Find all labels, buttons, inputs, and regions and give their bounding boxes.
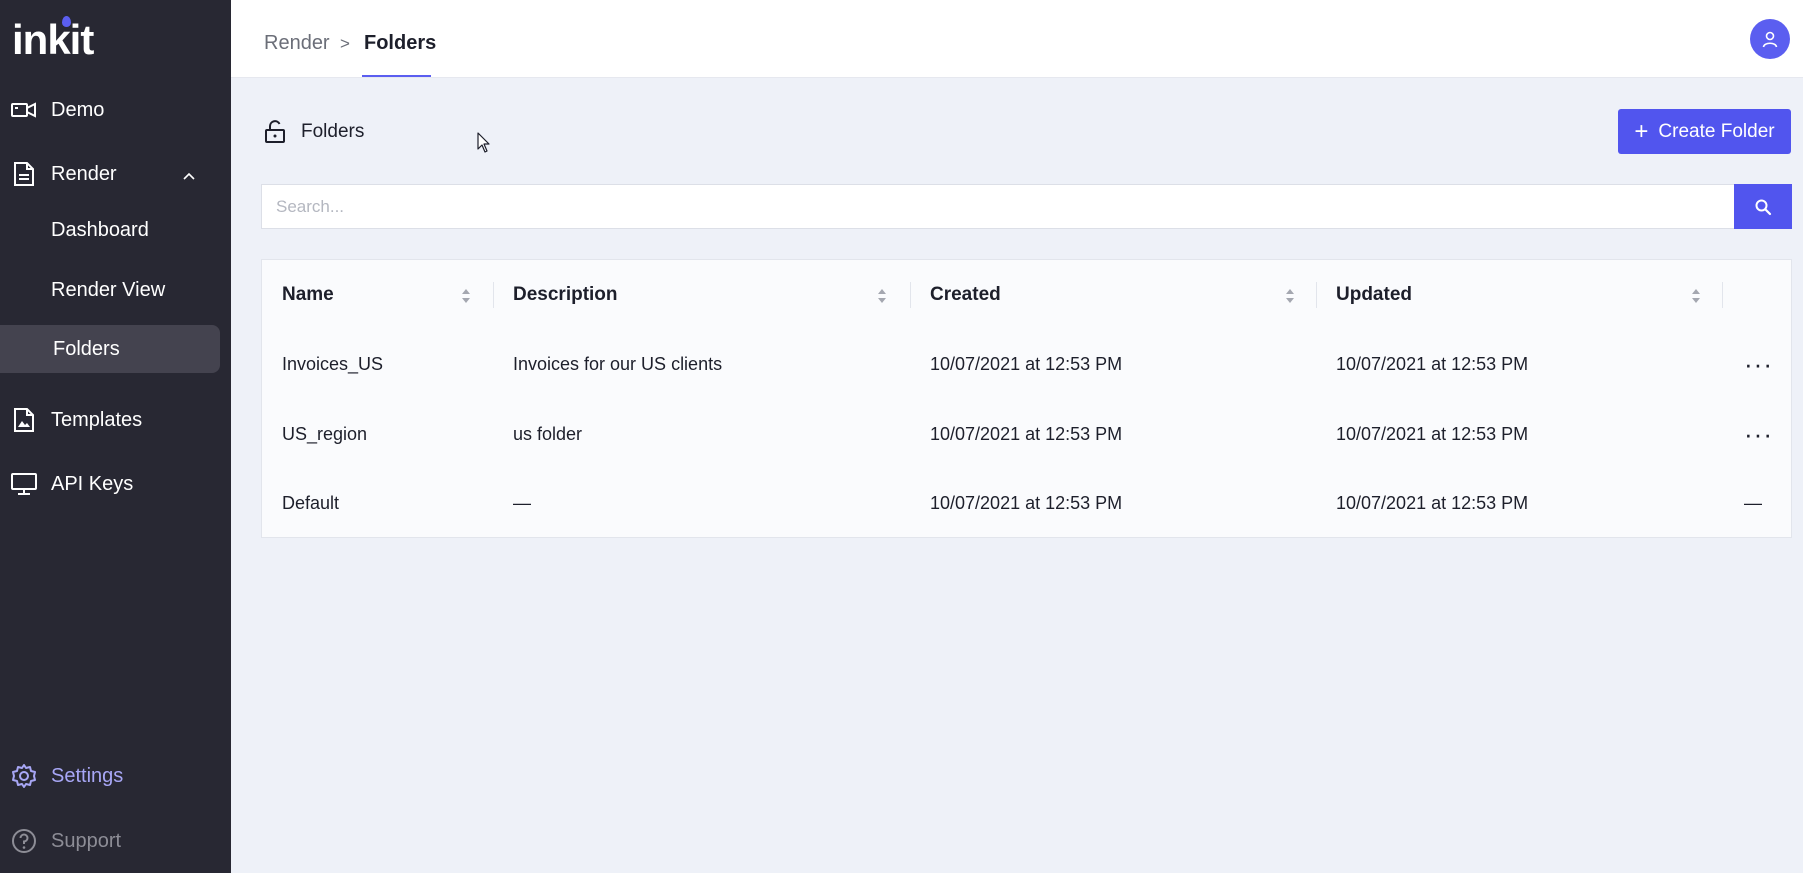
sidebar-subitem-label: Render View [51, 278, 166, 301]
sidebar-subitem-render-view[interactable]: Render View [0, 266, 220, 314]
table-row[interactable]: Invoices_US Invoices for our US clients … [262, 329, 1791, 399]
sidebar-item-label: Support [51, 829, 122, 852]
cell-created: 10/07/2021 at 12:53 PM [930, 423, 1123, 444]
sidebar-item-templates[interactable]: Templates [0, 396, 231, 444]
breadcrumb-current: Folders [364, 32, 437, 54]
breadcrumb-separator: > [340, 34, 350, 53]
sidebar: inkit Demo Render Dashboard Render View … [0, 0, 231, 873]
breadcrumb-parent[interactable]: Render [264, 32, 330, 55]
search-bar [261, 184, 1792, 229]
logo-dot [62, 16, 71, 27]
document-icon [11, 161, 37, 187]
sidebar-item-api-keys[interactable]: API Keys [0, 460, 231, 508]
cell-updated: 10/07/2021 at 12:53 PM [1336, 492, 1529, 513]
sidebar-item-label: API Keys [51, 472, 134, 495]
column-divider [1316, 282, 1317, 308]
sort-icon[interactable] [461, 288, 471, 304]
cell-name: Invoices_US [282, 353, 384, 374]
plus-icon: + [1634, 117, 1649, 145]
folders-table: Name Description Created Updated Invoice… [261, 259, 1792, 538]
page-title: Folders [301, 121, 365, 142]
cell-name: US_region [282, 423, 368, 444]
cell-created: 10/07/2021 at 12:53 PM [930, 492, 1123, 513]
cell-updated: 10/07/2021 at 12:53 PM [1336, 423, 1529, 444]
search-icon [1755, 199, 1772, 215]
gear-icon [11, 763, 37, 789]
user-icon [1762, 31, 1778, 48]
cell-created: 10/07/2021 at 12:53 PM [930, 353, 1123, 374]
search-button[interactable] [1734, 184, 1792, 229]
column-divider [493, 282, 494, 308]
sort-icon[interactable] [877, 288, 887, 304]
column-header-name[interactable]: Name [282, 260, 334, 330]
sidebar-subitem-dashboard[interactable]: Dashboard [0, 206, 220, 254]
table-row[interactable]: US_region us folder 10/07/2021 at 12:53 … [262, 399, 1791, 469]
sidebar-item-label: Settings [51, 764, 124, 787]
inkit-logo[interactable]: inkit [12, 18, 94, 62]
sidebar-subitem-label: Folders [53, 337, 120, 360]
breadcrumb-active-underline [362, 75, 431, 77]
chevron-up-icon[interactable] [183, 163, 195, 186]
help-circle-icon [11, 828, 37, 854]
sort-icon[interactable] [1285, 288, 1295, 304]
sidebar-item-label: Render [51, 162, 117, 185]
user-avatar[interactable] [1750, 19, 1790, 59]
search-input[interactable] [261, 184, 1734, 229]
sidebar-item-render[interactable]: Render [0, 150, 231, 198]
create-folder-button[interactable]: + Create Folder [1618, 109, 1791, 154]
monitor-icon [11, 471, 37, 497]
video-camera-icon [11, 97, 37, 123]
sidebar-item-support[interactable]: Support [0, 817, 231, 865]
column-header-description[interactable]: Description [513, 260, 618, 330]
create-folder-label: Create Folder [1658, 120, 1775, 142]
cell-description: — [513, 492, 531, 513]
cell-updated: 10/07/2021 at 12:53 PM [1336, 353, 1529, 374]
more-options-icon[interactable]: ··· [1744, 329, 1773, 399]
column-divider [910, 282, 911, 308]
more-options-icon[interactable]: ··· [1744, 399, 1773, 469]
sidebar-item-label: Demo [51, 98, 105, 121]
sidebar-item-label: Templates [51, 408, 143, 431]
sidebar-item-settings[interactable]: Settings [0, 752, 231, 800]
sidebar-subitem-folders[interactable]: Folders [0, 325, 220, 373]
cell-description: Invoices for our US clients [513, 353, 723, 374]
column-divider [1722, 282, 1723, 308]
table-row[interactable]: Default — 10/07/2021 at 12:53 PM 10/07/2… [262, 468, 1791, 538]
top-header: Render > Folders [231, 0, 1803, 78]
sidebar-subitem-label: Dashboard [51, 218, 149, 241]
cell-action-placeholder: — [1744, 492, 1762, 513]
image-document-icon [11, 407, 37, 433]
mouse-cursor-icon [477, 132, 490, 153]
sidebar-item-demo[interactable]: Demo [0, 86, 231, 134]
column-header-updated[interactable]: Updated [1336, 260, 1412, 330]
cell-description: us folder [513, 423, 583, 444]
sort-icon[interactable] [1691, 288, 1701, 304]
column-header-created[interactable]: Created [930, 260, 1001, 330]
cell-name: Default [282, 492, 340, 513]
unlocked-padlock-icon [263, 120, 287, 144]
